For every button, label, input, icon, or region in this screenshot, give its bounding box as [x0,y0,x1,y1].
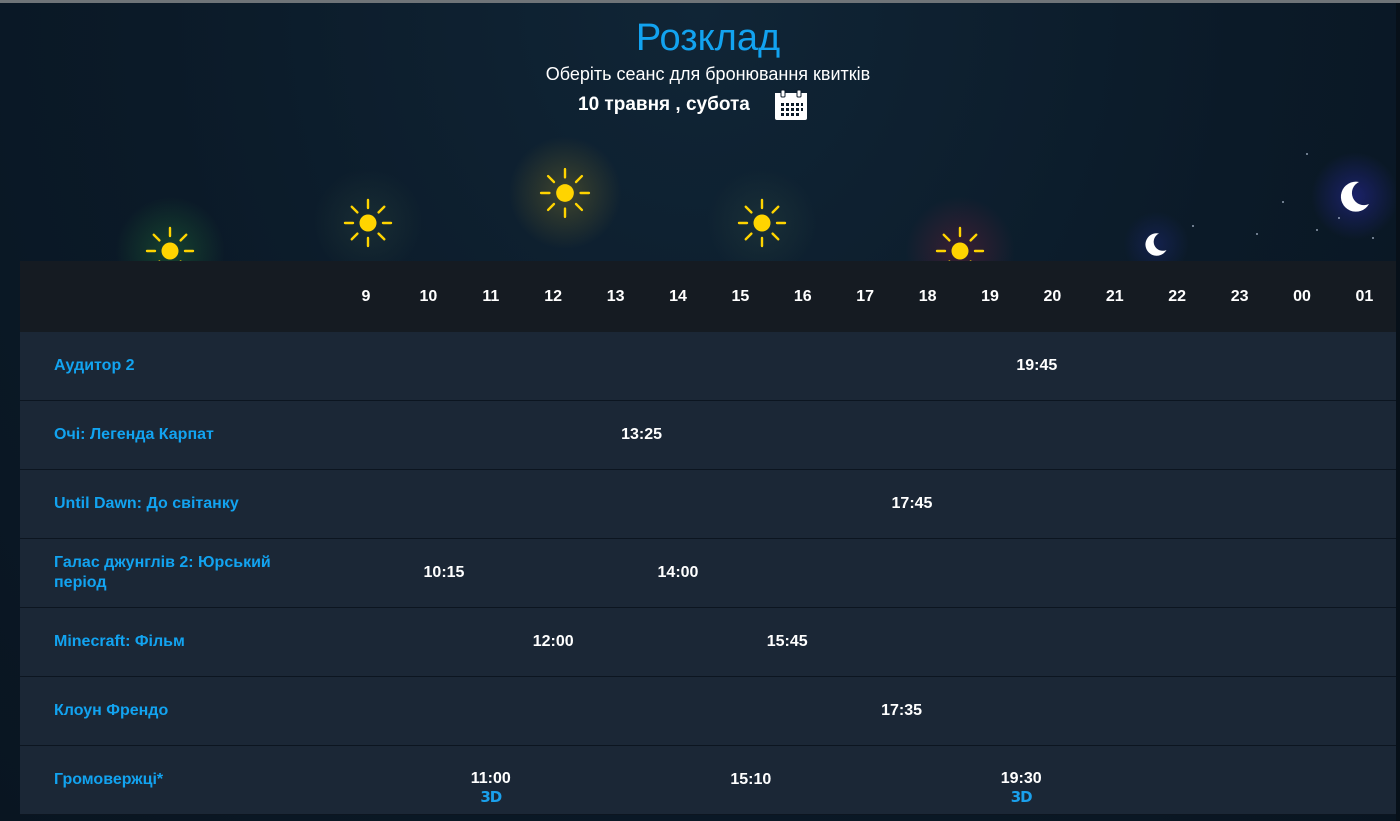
film-title-link[interactable]: Галас джунглів 2: Юрський період [54,539,324,607]
star-dot [1338,217,1340,219]
hour-label: 00 [1293,288,1311,305]
calendar-icon[interactable] [772,87,810,123]
hour-label: 13 [606,288,625,305]
film-row: Аудитор 2 19:45 [20,332,1396,401]
sun-icon [343,198,393,253]
hour-label: 23 [1230,288,1249,305]
film-title-link[interactable]: Громовержці* [54,746,324,814]
session-time: 10:15 [423,564,465,581]
film-row: Галас джунглів 2: Юрський період 10:15 14:… [20,539,1396,608]
session-time-button[interactable]: 19:30 3D [991,770,1051,806]
page-title: Розклад [635,17,781,59]
hour-label: 12 [544,288,563,305]
schedule-page: Розклад Оберіть сеанс для бронювання кви… [0,0,1400,821]
session-time: 12:00 [532,633,574,650]
hour-label: 21 [1105,288,1124,305]
sun-icon [539,167,591,224]
session-time-button[interactable]: 14:00 [648,564,708,582]
film-row: Minecraft: Фільм 12:00 15:45 [20,608,1396,677]
film-row: Громовержці* 11:00 3D 15:10 19:30 3D [20,746,1396,815]
hour-label: 20 [1043,288,1062,305]
hour-label: 01 [1355,288,1374,305]
hours-header: 9 10 11 12 13 14 15 16 17 18 19 20 21 22 23 00 01 [20,261,1396,332]
selected-date: 10 травня , субота [578,94,750,115]
session-time: 13:25 [621,426,663,443]
session-time: 15:45 [766,633,808,650]
hour-label: 10 [419,288,438,305]
film-title-link[interactable]: Аудитор 2 [54,332,324,400]
session-time-button[interactable]: 17:35 [872,702,932,720]
format-3d-badge: 3D [480,788,502,806]
session-time: 14:00 [657,564,699,581]
session-time: 17:45 [891,495,933,512]
date-selector: 10 травня , субота [578,87,810,123]
session-time: 15:10 [730,771,772,788]
hour-label: 18 [918,288,937,305]
page-subtitle: Оберіть сеанс для бронювання квитків [545,64,871,84]
sun-icon [737,198,787,253]
scrollbar-edge [1396,3,1400,821]
session-time: 11:00 [470,770,511,787]
schedule-table: 9 10 11 12 13 14 15 16 17 18 19 20 21 22 23 00 01 Аудито… [20,261,1396,815]
star-dot [1282,201,1284,203]
film-row: Очі: Легенда Карпат 13:25 [20,401,1396,470]
day-sky-illustration [20,133,1396,261]
star-dot [1306,153,1308,155]
hour-label: 14 [669,288,687,305]
star-dot [1256,233,1258,235]
sun-icon [145,226,195,261]
session-time-button[interactable]: 17:45 [882,495,942,513]
hour-label: 19 [981,288,999,305]
film-title-link[interactable]: Minecraft: Фільм [54,608,324,676]
hour-label: 15 [731,288,750,305]
session-time: 17:35 [881,702,923,719]
session-time-button[interactable]: 11:00 3D [461,770,521,806]
film-row: Until Dawn: До світанку 17:45 [20,470,1396,539]
hour-label: 9 [361,288,371,305]
star-dot [1192,225,1194,227]
sun-icon [935,226,985,261]
film-title-link[interactable]: Until Dawn: До світанку [54,470,324,538]
format-3d-badge: 3D [1010,788,1033,806]
star-dot [1372,237,1374,239]
hour-label: 17 [856,288,875,305]
session-time-button[interactable]: 10:15 [414,564,474,582]
moon-icon [1141,229,1171,261]
session-time-button[interactable]: 15:10 [721,771,781,789]
moon-icon [1335,176,1375,221]
star-dot [1316,229,1318,231]
film-row: Клоун Френдо 17:35 [20,677,1396,746]
hour-label: 22 [1168,288,1187,305]
session-time: 19:45 [1016,357,1058,374]
hour-label: 16 [793,288,812,305]
session-time-button[interactable]: 12:00 [523,633,583,651]
session-time: 19:30 [1000,770,1042,787]
hour-label: 11 [482,288,500,305]
session-time-button[interactable]: 19:45 [1007,357,1067,375]
session-time-button[interactable]: 15:45 [757,633,817,651]
session-time-button[interactable]: 13:25 [612,426,672,444]
film-title-link[interactable]: Очі: Легенда Карпат [54,401,324,469]
film-title-link[interactable]: Клоун Френдо [54,677,324,745]
